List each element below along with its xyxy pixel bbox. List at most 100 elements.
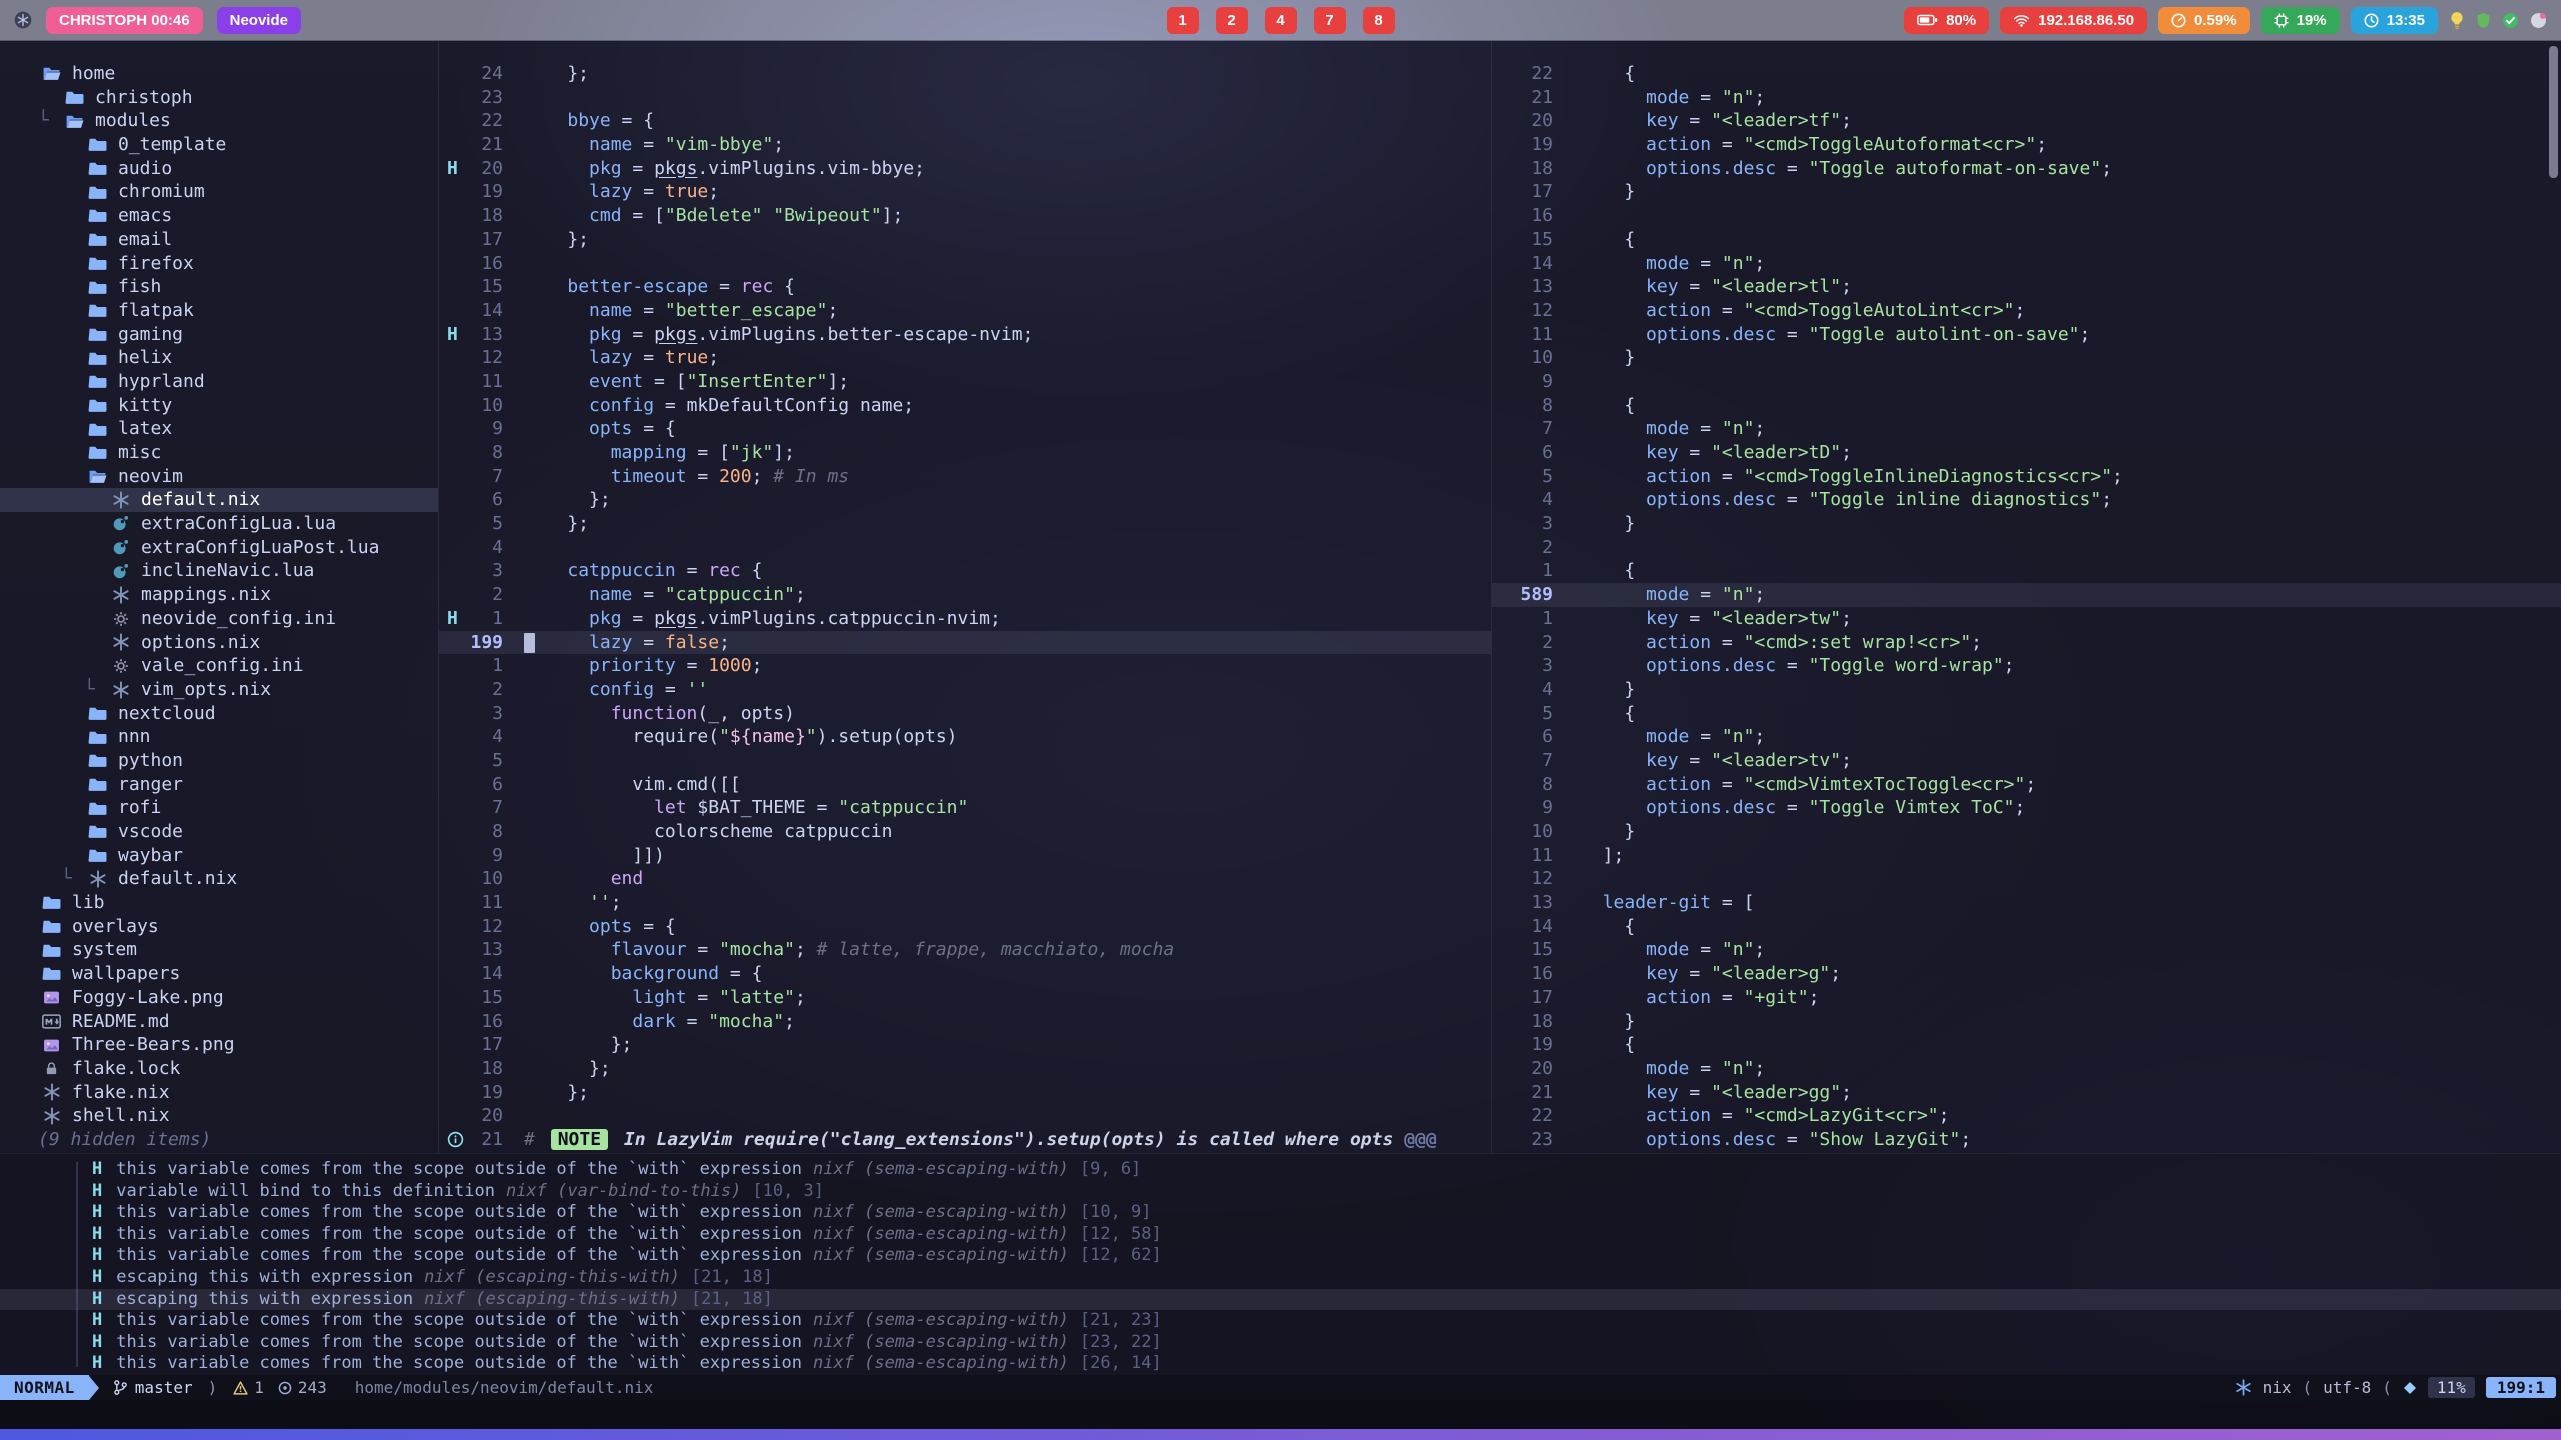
code-line-8[interactable]: 8 mapping = ["jk"]; — [439, 441, 1491, 465]
code-line-11[interactable]: 11 event = ["InsertEnter"]; — [439, 370, 1491, 394]
tree-item-shell.nix[interactable]: shell.nix — [0, 1104, 438, 1128]
tree-item-helix[interactable]: helix — [0, 346, 438, 370]
code-line-12[interactable]: 12 — [1492, 867, 2561, 891]
code-line-4[interactable]: 4 — [439, 536, 1491, 560]
code-line-2[interactable]: 2 name = "catppuccin"; — [439, 583, 1491, 607]
code-line-6[interactable]: 6 mode = "n"; — [1492, 725, 2561, 749]
code-line-4[interactable]: 4 require("${name}").setup(opts) — [439, 725, 1491, 749]
tree-item-flatpak[interactable]: flatpak — [0, 299, 438, 323]
tree-item-0_template[interactable]: 0_template — [0, 133, 438, 157]
tree-item-nextcloud[interactable]: nextcloud — [0, 702, 438, 726]
code-line-10[interactable]: 10 config = mkDefaultConfig name; — [439, 394, 1491, 418]
code-line-18[interactable]: 18 cmd = ["Bdelete" "Bwipeout"]; — [439, 204, 1491, 228]
tree-item-christoph[interactable]: christoph — [0, 86, 438, 110]
code-line-20[interactable]: 20 key = "<leader>tf"; — [1492, 109, 2561, 133]
tree-item-overlays[interactable]: overlays — [0, 915, 438, 939]
code-line-20[interactable]: 20 mode = "n"; — [1492, 1057, 2561, 1081]
code-line-16[interactable]: 16 — [439, 252, 1491, 276]
check-tray-icon[interactable] — [2502, 12, 2519, 29]
tree-item-emacs[interactable]: emacs — [0, 204, 438, 228]
tree-item-python[interactable]: python — [0, 749, 438, 773]
code-line-5[interactable]: 5 — [439, 749, 1491, 773]
code-line-19[interactable]: 19 }; — [439, 1081, 1491, 1105]
tree-item-neovide_config.ini[interactable]: neovide_config.ini — [0, 607, 438, 631]
tree-item-nnn[interactable]: nnn — [0, 725, 438, 749]
code-line-7[interactable]: 7 timeout = 200; # In ms — [439, 465, 1491, 489]
editor-pane-main[interactable]: 24 };2322 bbye = {21 name = "vim-bbye";H… — [438, 41, 1491, 1153]
code-line-14[interactable]: 14 name = "better_escape"; — [439, 299, 1491, 323]
tray-avatar[interactable] — [2530, 12, 2547, 29]
code-line-3[interactable]: 3 } — [1492, 512, 2561, 536]
tree-item-default.nix[interactable]: default.nix — [0, 488, 438, 512]
code-line-199[interactable]: 199 lazy = false; — [439, 631, 1491, 655]
code-line-7[interactable]: 7 key = "<leader>tv"; — [1492, 749, 2561, 773]
tree-item-email[interactable]: email — [0, 228, 438, 252]
diagnostic-item[interactable]: Hthis variable comes from the scope outs… — [92, 1310, 2561, 1332]
code-line-3[interactable]: 3 catppuccin = rec { — [439, 559, 1491, 583]
workspace-button-7[interactable]: 7 — [1314, 7, 1346, 34]
code-line-18[interactable]: 18 } — [1492, 1010, 2561, 1034]
tree-item-flake.nix[interactable]: flake.nix — [0, 1081, 438, 1105]
git-branch[interactable]: master ) — [113, 1378, 217, 1397]
editor-pane-right[interactable]: 22 {21 mode = "n";20 key = "<leader>tf";… — [1491, 41, 2561, 1153]
code-line-14[interactable]: 14 background = { — [439, 962, 1491, 986]
code-line-24[interactable]: 24 }; — [439, 62, 1491, 86]
code-line-10[interactable]: 10 } — [1492, 820, 2561, 844]
code-line-22[interactable]: 22 { — [1492, 62, 2561, 86]
code-line-13[interactable]: 13 leader-git = [ — [1492, 891, 2561, 915]
code-line-12[interactable]: 12 lazy = true; — [439, 346, 1491, 370]
code-line-8[interactable]: 8 action = "<cmd>VimtexTocToggle<cr>"; — [1492, 773, 2561, 797]
tree-item-firefox[interactable]: firefox — [0, 252, 438, 276]
code-line-15[interactable]: 15 better-escape = rec { — [439, 275, 1491, 299]
code-line-14[interactable]: 14 { — [1492, 915, 2561, 939]
code-line-23[interactable]: 23 — [439, 86, 1491, 110]
diagnostic-item[interactable]: Hthis variable comes from the scope outs… — [92, 1224, 2561, 1246]
code-line-15[interactable]: 15 mode = "n"; — [1492, 938, 2561, 962]
code-line-19[interactable]: 19 action = "<cmd>ToggleAutoformat<cr>"; — [1492, 133, 2561, 157]
code-line-22[interactable]: 22 bbye = { — [439, 109, 1491, 133]
code-line-13[interactable]: 13 key = "<leader>tl"; — [1492, 275, 2561, 299]
tree-item-lib[interactable]: lib — [0, 891, 438, 915]
code-line-5[interactable]: 5 { — [1492, 702, 2561, 726]
tree-item-gaming[interactable]: gaming — [0, 323, 438, 347]
tree-item-neovim[interactable]: neovim — [0, 465, 438, 489]
diagnostic-item[interactable]: Hescaping this with expressionnixf (esca… — [0, 1289, 2561, 1311]
code-line-16[interactable]: 16 — [1492, 204, 2561, 228]
tree-item-inclineNavic.lua[interactable]: inclineNavic.lua — [0, 559, 438, 583]
code-line-9[interactable]: 9 ]]) — [439, 844, 1491, 868]
tree-item-default.nix[interactable]: └default.nix — [0, 867, 438, 891]
diagnostic-item[interactable]: Hthis variable comes from the scope outs… — [92, 1245, 2561, 1267]
logo-icon[interactable] — [14, 11, 32, 29]
code-line-17[interactable]: 17 action = "+git"; — [1492, 986, 2561, 1010]
tree-item-modules[interactable]: └modules — [0, 109, 438, 133]
code-line-1[interactable]: 1 key = "<leader>tw"; — [1492, 607, 2561, 631]
scrollbar-thumb[interactable] — [2549, 46, 2558, 178]
memory-badge[interactable]: 19% — [2261, 7, 2340, 34]
tree-item-waybar[interactable]: waybar — [0, 844, 438, 868]
code-line-14[interactable]: 14 mode = "n"; — [1492, 252, 2561, 276]
code-line-18[interactable]: 18 options.desc = "Toggle autoformat-on-… — [1492, 157, 2561, 181]
code-line-6[interactable]: 6 }; — [439, 488, 1491, 512]
tree-item-vscode[interactable]: vscode — [0, 820, 438, 844]
shield-tray-icon[interactable] — [2476, 12, 2491, 29]
code-line-21[interactable]: 21# NOTE In LazyVim require("clang_exten… — [439, 1128, 1491, 1152]
tree-item-Three-Bears.png[interactable]: Three-Bears.png — [0, 1033, 438, 1057]
code-line-1[interactable]: H1 pkg = pkgs.vimPlugins.catppuccin-nvim… — [439, 607, 1491, 631]
code-line-23[interactable]: 23 options.desc = "Show LazyGit"; — [1492, 1128, 2561, 1152]
code-line-9[interactable]: 9 options.desc = "Toggle Vimtex ToC"; — [1492, 796, 2561, 820]
tree-item-home[interactable]: home — [0, 62, 438, 86]
code-line-11[interactable]: 11 ]; — [1492, 844, 2561, 868]
code-line-16[interactable]: 16 key = "<leader>g"; — [1492, 962, 2561, 986]
tree-item-ranger[interactable]: ranger — [0, 773, 438, 797]
code-line-17[interactable]: 17 }; — [439, 1033, 1491, 1057]
code-line-5[interactable]: 5 }; — [439, 512, 1491, 536]
tree-item-fish[interactable]: fish — [0, 275, 438, 299]
diagnostic-item[interactable]: Hthis variable comes from the scope outs… — [92, 1202, 2561, 1224]
code-line-3[interactable]: 3 function(_, opts) — [439, 702, 1491, 726]
code-line-13[interactable]: H13 pkg = pkgs.vimPlugins.better-escape-… — [439, 323, 1491, 347]
diagnostic-item[interactable]: Hescaping this with expressionnixf (esca… — [92, 1267, 2561, 1289]
workspace-button-8[interactable]: 8 — [1363, 7, 1395, 34]
code-line-21[interactable]: 21 mode = "n"; — [1492, 86, 2561, 110]
diagnostic-item[interactable]: Hthis variable comes from the scope outs… — [92, 1159, 2561, 1181]
code-line-1[interactable]: 1 priority = 1000; — [439, 654, 1491, 678]
